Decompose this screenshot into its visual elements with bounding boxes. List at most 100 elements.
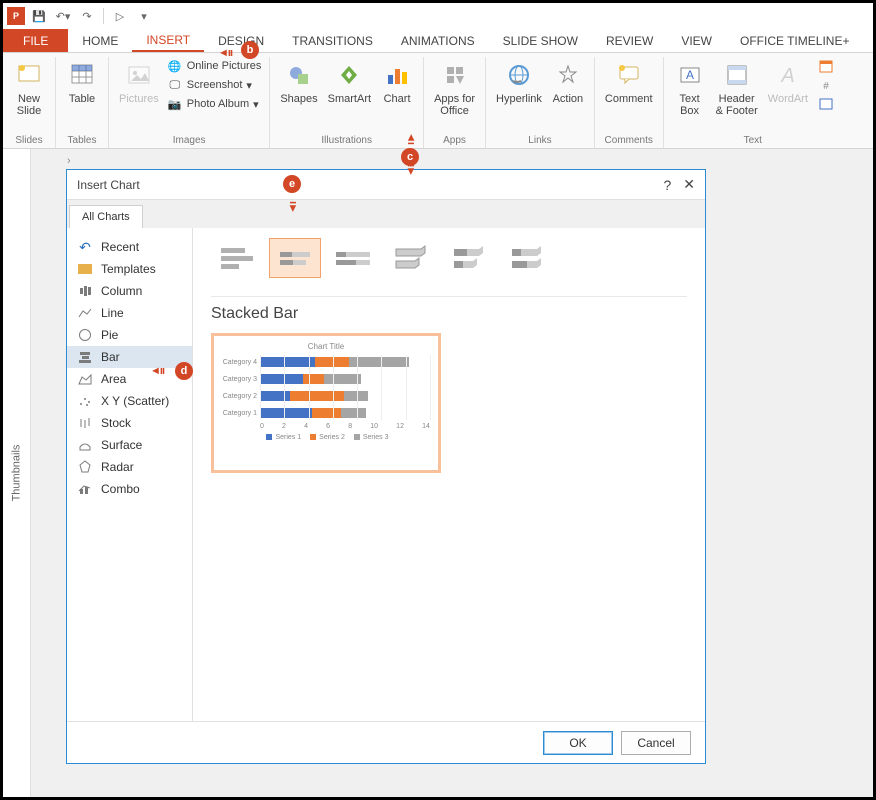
apps-label: Apps for Office [434, 93, 475, 117]
group-comments-label: Comments [601, 133, 657, 148]
group-links-label: Links [492, 133, 588, 148]
chart-preview[interactable]: Chart Title Category 4Category 3Category… [211, 333, 441, 473]
callout-b: b [241, 41, 259, 59]
group-images: Pictures 🌐Online Pictures 🖵Screenshot ▾ … [109, 57, 270, 148]
chart-icon [381, 59, 413, 91]
online-pictures-icon: 🌐 [167, 58, 183, 74]
dialog-title-bar: Insert Chart ? ✕ [67, 170, 705, 200]
callout-c: c [401, 148, 419, 166]
stock-icon [77, 416, 93, 430]
bar-icon [77, 350, 93, 364]
cat-area-label: Area [101, 372, 126, 386]
tab-home[interactable]: HOME [68, 29, 132, 52]
tab-view[interactable]: VIEW [667, 29, 726, 52]
tab-insert[interactable]: INSERT [132, 29, 204, 52]
cat-column[interactable]: Column [67, 280, 192, 302]
tab-slideshow[interactable]: SLIDE SHOW [489, 29, 592, 52]
cat-pie-label: Pie [101, 328, 118, 342]
subtype-clustered-bar[interactable] [211, 238, 263, 278]
group-illustrations-label: Illustrations [276, 133, 417, 148]
action-button[interactable]: Action [548, 57, 588, 107]
chart-label: Chart [384, 93, 411, 105]
subtype-3d-clustered-bar[interactable] [385, 238, 437, 278]
dialog-help-button[interactable]: ? [663, 177, 671, 193]
customize-qat-icon[interactable]: ▾ [134, 6, 154, 26]
group-slides: New Slide Slides [3, 57, 56, 148]
redo-icon[interactable]: ↷ [77, 6, 97, 26]
recent-icon [77, 240, 93, 254]
comment-icon [613, 59, 645, 91]
chart-button[interactable]: Chart [377, 57, 417, 107]
callout-d: d [175, 362, 193, 380]
callout-d-arrow: ◄ıı [150, 365, 164, 377]
cat-surface[interactable]: Surface [67, 434, 192, 456]
new-slide-button[interactable]: New Slide [9, 57, 49, 119]
preview-category-label: Category 4 [222, 359, 260, 366]
pictures-button[interactable]: Pictures [115, 57, 163, 107]
subtype-3d-100-stacked-bar[interactable] [501, 238, 553, 278]
start-from-beginning-icon[interactable]: ▷ [110, 6, 130, 26]
wordart-button[interactable]: A WordArt [764, 57, 812, 107]
group-tables: Table Tables [56, 57, 109, 148]
new-slide-label: New Slide [17, 93, 41, 117]
subtype-3d-stacked-bar[interactable] [443, 238, 495, 278]
hyperlink-button[interactable]: Hyperlink [492, 57, 546, 107]
cat-area[interactable]: Area [67, 368, 192, 390]
shapes-button[interactable]: Shapes [276, 57, 321, 107]
dialog-tabs: All Charts [67, 200, 705, 228]
cat-combo[interactable]: Combo [67, 478, 192, 500]
text-box-icon: A [674, 59, 706, 91]
cancel-button[interactable]: Cancel [621, 731, 691, 755]
dialog-tab-all-charts[interactable]: All Charts [69, 205, 143, 228]
preview-chart-body: Category 4Category 3Category 2Category 1… [222, 355, 430, 441]
tab-office-timeline[interactable]: OFFICE TIMELINE+ [726, 29, 863, 52]
date-time-button[interactable] [816, 57, 836, 75]
cat-line[interactable]: Line [67, 302, 192, 324]
action-icon [552, 59, 584, 91]
comment-button[interactable]: Comment [601, 57, 657, 107]
subtype-100-stacked-bar[interactable] [327, 238, 379, 278]
smartart-button[interactable]: SmartArt [324, 57, 375, 107]
ribbon-tabs: FILE HOME INSERT DESIGN TRANSITIONS ANIM… [3, 29, 873, 53]
screenshot-button[interactable]: 🖵Screenshot ▾ [165, 76, 264, 94]
cat-surface-label: Surface [101, 438, 142, 452]
subtype-stacked-bar[interactable] [269, 238, 321, 278]
expand-thumbnails-icon[interactable]: › [67, 155, 71, 167]
online-pictures-button[interactable]: 🌐Online Pictures [165, 57, 264, 75]
pictures-icon [123, 59, 155, 91]
cat-stock[interactable]: Stock [67, 412, 192, 434]
tab-animations[interactable]: ANIMATIONS [387, 29, 489, 52]
save-icon[interactable]: 💾 [29, 6, 49, 26]
screenshot-icon: 🖵 [167, 77, 183, 93]
pie-icon [77, 328, 93, 342]
undo-icon[interactable]: ↶▾ [53, 6, 73, 26]
column-icon [77, 284, 93, 298]
cat-recent[interactable]: Recent [67, 236, 192, 258]
table-button[interactable]: Table [62, 57, 102, 107]
cat-column-label: Column [101, 284, 142, 298]
apps-for-office-button[interactable]: Apps for Office [430, 57, 479, 119]
cat-templates[interactable]: Templates [67, 258, 192, 280]
thumbnails-pane[interactable]: Thumbnails [3, 149, 31, 797]
dialog-footer: OK Cancel [67, 721, 705, 763]
tab-file[interactable]: FILE [3, 29, 68, 52]
chart-category-list: Recent Templates Column Line Pie Bar Are… [67, 228, 193, 721]
callout-e: e [283, 175, 301, 193]
slide-number-button[interactable]: # [816, 76, 836, 94]
tab-transitions[interactable]: TRANSITIONS [278, 29, 387, 52]
pictures-label: Pictures [119, 93, 159, 105]
ok-button[interactable]: OK [543, 731, 613, 755]
cat-pie[interactable]: Pie [67, 324, 192, 346]
header-footer-button[interactable]: Header & Footer [712, 57, 762, 119]
dialog-close-button[interactable]: ✕ [683, 176, 695, 193]
smartart-icon [333, 59, 365, 91]
screenshot-label: Screenshot [187, 79, 243, 91]
photo-album-button[interactable]: 📷Photo Album ▾ [165, 95, 264, 113]
cat-scatter[interactable]: X Y (Scatter) [67, 390, 192, 412]
object-button[interactable] [816, 95, 836, 113]
tab-review[interactable]: REVIEW [592, 29, 667, 52]
cat-radar[interactable]: Radar [67, 456, 192, 478]
text-box-button[interactable]: A Text Box [670, 57, 710, 119]
cat-bar[interactable]: Bar [67, 346, 192, 368]
chart-subtype-heading: Stacked Bar [211, 305, 687, 323]
